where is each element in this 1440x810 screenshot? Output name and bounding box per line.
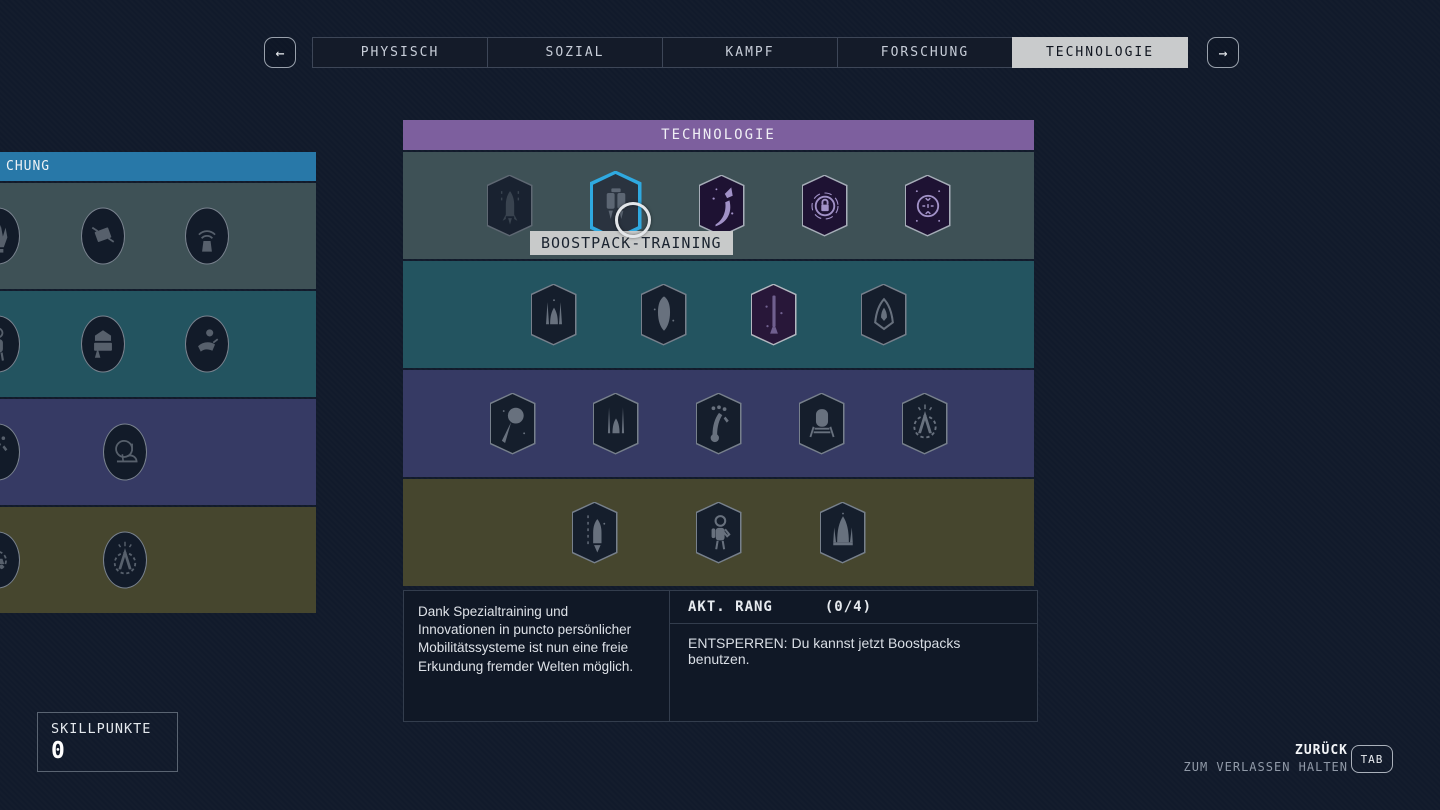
arrow-left-icon: ← — [275, 44, 284, 62]
twin-prong-ship-icon — [597, 398, 635, 450]
glove-icon — [0, 211, 16, 261]
back-hint: ZURÜCK ZUM VERLASSEN HALTEN — [1184, 743, 1349, 774]
tab-key-label: TAB — [1361, 753, 1384, 766]
ballistic-rocket-skill-badge[interactable] — [487, 175, 533, 237]
ship-delta-icon — [865, 289, 903, 341]
tab-physisch[interactable]: PHYSISCH — [312, 37, 488, 68]
robot-arm-icon — [0, 427, 16, 477]
ship-spires-skill-badge[interactable] — [531, 284, 577, 346]
robot-arm-skill-badge[interactable] — [696, 393, 742, 455]
rank-value: (0/4) — [825, 599, 872, 615]
skill-description-section: Dank Spezialtraining und Innovationen in… — [404, 591, 669, 721]
prev-tab-button[interactable]: ← — [264, 37, 296, 68]
scanner-icon — [189, 211, 225, 261]
rover-icon — [0, 535, 16, 585]
jet-creature-icon — [189, 319, 225, 369]
tab-forschung[interactable]: FORSCHUNG — [837, 37, 1013, 68]
skill-points-value: 0 — [51, 738, 177, 764]
magnifier-planet-icon — [494, 398, 532, 450]
moon-base-icon — [107, 427, 143, 477]
rocket-launch-icon — [576, 507, 614, 559]
unlock-description: ENTSPERREN: Du kannst jetzt Boostpacks b… — [670, 624, 1037, 667]
skill-tier-row — [403, 261, 1034, 368]
rank-header: AKT. RANG (0/4) — [670, 591, 1037, 624]
lock-dial-icon — [806, 180, 844, 232]
lock-dial-skill-badge[interactable] — [802, 175, 848, 237]
compass-gear-icon — [107, 535, 143, 585]
grand-ship-icon — [824, 507, 862, 559]
hold-to-exit-hint: ZUM VERLASSEN HALTEN — [1184, 760, 1349, 774]
next-tab-button[interactable]: → — [1207, 37, 1239, 68]
rocket-launch-skill-badge[interactable] — [572, 502, 618, 564]
falcon-rocket-skill-badge[interactable] — [751, 284, 797, 346]
compass-gear-icon — [906, 398, 944, 450]
robot-arm-icon — [700, 398, 738, 450]
magnifier-planet-skill-badge[interactable] — [490, 393, 536, 455]
tab-kampf[interactable]: KAMPF — [662, 37, 838, 68]
cursor-ring-icon — [615, 202, 651, 238]
skill-tier-row — [0, 291, 316, 397]
ship-spires-icon — [535, 289, 573, 341]
technologie-panel-header: TECHNOLOGIE — [403, 120, 1034, 150]
spacesuit-skill-badge[interactable] — [0, 316, 20, 373]
falcon-rocket-icon — [755, 289, 793, 341]
grand-ship-skill-badge[interactable] — [820, 502, 866, 564]
forschung-panel: CHUNG — [0, 152, 316, 613]
rocket-blunt-icon — [645, 289, 683, 341]
skill-tier-row — [0, 399, 316, 505]
tab-technologie[interactable]: TECHNOLOGIE — [1012, 37, 1188, 68]
crosshair-icon — [909, 180, 947, 232]
skill-info-panel: Dank Spezialtraining und Innovationen in… — [403, 590, 1038, 722]
technologie-panel-title: TECHNOLOGIE — [661, 127, 776, 143]
lander-icon — [803, 398, 841, 450]
skill-points-box: SKILLPUNKTE 0 — [37, 712, 178, 772]
rocket-swoosh-skill-badge[interactable] — [699, 175, 745, 237]
skill-tier-row — [403, 370, 1034, 477]
weapon-patch-icon — [85, 319, 121, 369]
forschung-panel-header: CHUNG — [0, 152, 316, 181]
glove-skill-badge[interactable] — [0, 208, 20, 265]
spacesuit-icon — [0, 319, 16, 369]
rover-skill-badge[interactable] — [0, 532, 20, 589]
satellite-skill-badge[interactable] — [81, 208, 125, 265]
back-label: ZURÜCK — [1184, 743, 1349, 758]
ship-delta-skill-badge[interactable] — [861, 284, 907, 346]
compass-gear-skill-badge[interactable] — [103, 532, 147, 589]
skill-description: Dank Spezialtraining und Innovationen in… — [418, 603, 655, 676]
robot-arm-skill-badge[interactable] — [0, 424, 20, 481]
scanner-skill-badge[interactable] — [185, 208, 229, 265]
astronaut-icon — [700, 507, 738, 559]
arrow-right-icon: → — [1218, 44, 1227, 62]
twin-prong-ship-skill-badge[interactable] — [593, 393, 639, 455]
weapon-patch-skill-badge[interactable] — [81, 316, 125, 373]
skill-tier-row — [403, 479, 1034, 586]
rocket-swoosh-icon — [703, 180, 741, 232]
jet-creature-skill-badge[interactable] — [185, 316, 229, 373]
astronaut-skill-badge[interactable] — [696, 502, 742, 564]
rocket-blunt-skill-badge[interactable] — [641, 284, 687, 346]
crosshair-skill-badge[interactable] — [905, 175, 951, 237]
technologie-panel: TECHNOLOGIE — [403, 120, 1034, 586]
forschung-panel-title: CHUNG — [6, 159, 50, 174]
compass-gear-skill-badge[interactable] — [902, 393, 948, 455]
lander-skill-badge[interactable] — [799, 393, 845, 455]
moon-base-skill-badge[interactable] — [103, 424, 147, 481]
skill-tier-row — [0, 183, 316, 289]
satellite-icon — [85, 211, 121, 261]
skill-category-tabs: PHYSISCHSOZIALKAMPFFORSCHUNGTECHNOLOGIE — [312, 37, 1188, 68]
skill-points-label: SKILLPUNKTE — [51, 721, 177, 737]
skill-rank-section: AKT. RANG (0/4) ENTSPERREN: Du kannst je… — [670, 591, 1037, 721]
rank-label: AKT. RANG — [688, 599, 773, 615]
tab-sozial[interactable]: SOZIAL — [487, 37, 663, 68]
tab-key-button[interactable]: TAB — [1351, 745, 1393, 773]
ballistic-rocket-icon — [491, 180, 529, 232]
skill-tier-row — [0, 507, 316, 613]
